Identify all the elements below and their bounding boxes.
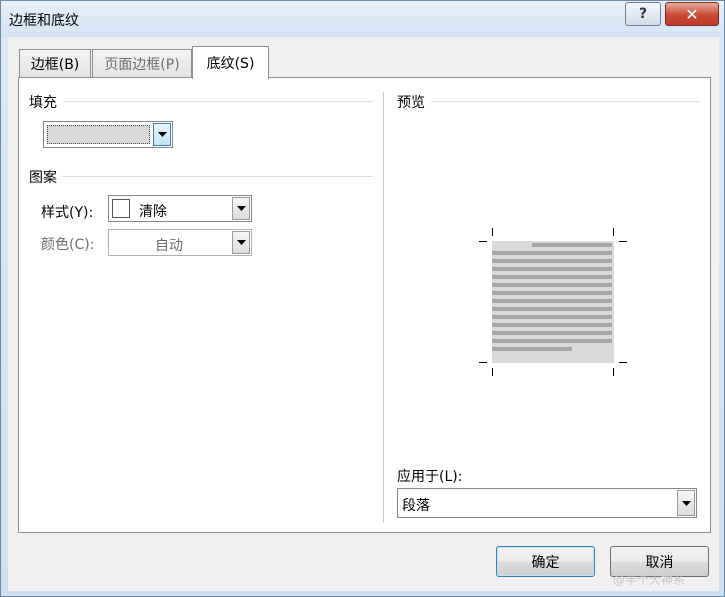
preview-line <box>492 283 612 287</box>
crop-mark <box>619 241 627 242</box>
pattern-color-dropdown[interactable]: 自动 <box>108 229 252 256</box>
crop-mark <box>479 241 487 242</box>
apply-to-dropdown[interactable]: 段落 <box>397 488 697 518</box>
crop-mark <box>613 368 614 376</box>
pattern-style-dropdown[interactable]: 清除 <box>108 195 252 222</box>
crop-mark <box>492 228 493 236</box>
help-button[interactable]: ? <box>625 2 661 26</box>
fill-color-dropdown[interactable] <box>43 121 173 148</box>
chevron-down-icon <box>236 206 246 211</box>
pattern-section-divider <box>39 176 373 177</box>
cancel-button-label: 取消 <box>645 554 674 571</box>
title-bar: 边框和底纹 ? ✕ <box>1 1 724 37</box>
pattern-section-label: 图案 <box>29 167 63 187</box>
fill-dropdown-arrow[interactable] <box>153 123 171 146</box>
style-dropdown-arrow[interactable] <box>232 197 250 220</box>
watermark-text: @半个大神系 <box>613 573 686 587</box>
preview-section-label: 预览 <box>397 92 431 112</box>
chevron-down-icon <box>236 240 246 245</box>
fill-section-divider <box>39 101 373 102</box>
fill-section-label: 填充 <box>29 92 63 112</box>
close-icon: ✕ <box>685 4 699 24</box>
preview-line <box>492 347 572 351</box>
preview-section-divider <box>404 101 700 102</box>
style-label: 样式(Y): <box>41 205 94 221</box>
preview-line <box>492 291 612 295</box>
fill-color-swatch <box>47 125 150 144</box>
preview-line <box>492 339 612 343</box>
crop-mark <box>619 362 627 363</box>
color-label: 颜色(C): <box>41 237 95 253</box>
shading-panel: 填充 图案 样式(Y): 清除 颜色(C): 自动 预览 应用于(L): 段落 <box>18 77 711 533</box>
chevron-down-icon <box>681 500 691 506</box>
chevron-down-icon <box>157 132 167 137</box>
help-icon: ? <box>638 6 648 22</box>
crop-mark <box>479 362 487 363</box>
dialog-client: 边框(B) 页面边框(P) 底纹(S) 填充 图案 样式(Y): 清除 颜色(C… <box>8 37 719 591</box>
dialog-window: 边框和底纹 ? ✕ 边框(B) 页面边框(P) 底纹(S) 填充 图案 样式(Y… <box>0 0 725 597</box>
preview-line <box>492 267 612 271</box>
preview-line <box>492 307 612 311</box>
preview-line <box>492 251 612 255</box>
preview-line <box>492 299 612 303</box>
preview-line <box>532 243 612 247</box>
tab-page-border[interactable]: 页面边框(P) <box>92 49 192 78</box>
preview-paragraph-box <box>492 241 614 363</box>
tab-borders-label: 边框(B) <box>30 57 80 73</box>
tab-shading[interactable]: 底纹(S) <box>192 46 269 79</box>
tab-shading-label: 底纹(S) <box>206 56 255 72</box>
color-dropdown-arrow[interactable] <box>232 231 250 254</box>
window-title: 边框和底纹 <box>9 13 79 29</box>
pattern-style-swatch <box>112 199 130 218</box>
apply-to-label: 应用于(L): <box>397 469 463 485</box>
ok-button[interactable]: 确定 <box>496 546 595 577</box>
crop-mark <box>492 368 493 376</box>
tab-page-border-label: 页面边框(P) <box>104 57 180 73</box>
preview-line <box>492 259 612 263</box>
preview-line <box>492 315 612 319</box>
ok-button-label: 确定 <box>531 554 560 571</box>
apply-to-dropdown-arrow[interactable] <box>677 490 695 516</box>
crop-mark <box>613 228 614 236</box>
tab-borders[interactable]: 边框(B) <box>19 49 91 78</box>
pattern-color-value: 自动 <box>155 238 183 254</box>
preview-line <box>492 331 612 335</box>
panel-vertical-divider <box>383 92 384 523</box>
close-button[interactable]: ✕ <box>665 2 719 26</box>
preview-line <box>492 275 612 279</box>
preview-line <box>492 323 612 327</box>
apply-to-value: 段落 <box>402 498 430 514</box>
preview-area <box>479 228 627 376</box>
pattern-style-value: 清除 <box>139 204 167 220</box>
